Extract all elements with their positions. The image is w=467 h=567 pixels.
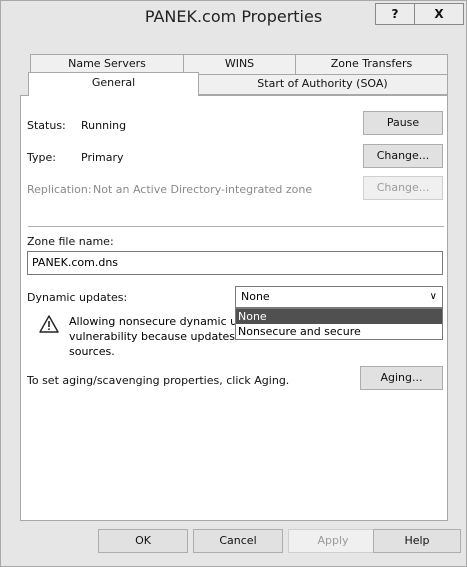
help-button[interactable]: Help — [373, 529, 461, 553]
chevron-down-icon: ∨ — [429, 291, 437, 302]
pause-button[interactable]: Pause — [363, 111, 443, 135]
tab-wins[interactable]: WINS — [184, 54, 296, 74]
close-icon[interactable]: X — [415, 3, 464, 25]
dynamic-updates-selected-value: None — [241, 290, 270, 303]
status-value: Running — [81, 119, 127, 132]
status-label: Status: — [27, 119, 66, 132]
type-value: Primary — [81, 151, 124, 164]
warning-line: vulnerability because updates — [69, 330, 236, 343]
ok-button[interactable]: OK — [98, 529, 188, 553]
dropdown-option-none[interactable]: None — [236, 309, 442, 324]
help-title-button[interactable]: ? — [375, 3, 415, 25]
zone-file-input[interactable]: PANEK.com.dns — [27, 251, 443, 275]
tab-start-of-authority[interactable]: Start of Authority (SOA) — [198, 74, 448, 95]
properties-dialog: PANEK.com Properties ? X Name Servers WI… — [0, 0, 467, 567]
type-label: Type: — [27, 151, 56, 164]
apply-button[interactable]: Apply — [288, 529, 378, 553]
dropdown-option-nonsecure-and-secure[interactable]: Nonsecure and secure — [236, 324, 442, 339]
section-divider — [28, 226, 444, 227]
aging-instructions: To set aging/scavenging properties, clic… — [27, 374, 290, 387]
type-change-button[interactable]: Change... — [363, 144, 443, 168]
cancel-button[interactable]: Cancel — [193, 529, 283, 553]
zone-file-label: Zone file name: — [27, 235, 114, 248]
tab-name-servers[interactable]: Name Servers — [30, 54, 184, 74]
warning-line: Allowing nonsecure dynamic u — [69, 315, 238, 328]
replication-value: Not an Active Directory-integrated zone — [93, 183, 313, 196]
dynamic-updates-label: Dynamic updates: — [27, 291, 128, 304]
warning-icon — [39, 315, 59, 333]
dynamic-updates-dropdown-list: None Nonsecure and secure — [235, 308, 443, 340]
title-bar[interactable]: PANEK.com Properties ? X — [1, 1, 466, 35]
warning-line: sources. — [69, 345, 115, 358]
security-warning-text: Allowing nonsecure dynamic u vulnerabili… — [69, 314, 239, 359]
tab-general[interactable]: General — [28, 72, 199, 96]
replication-label: Replication: — [27, 183, 92, 196]
replication-change-button[interactable]: Change... — [363, 176, 443, 200]
aging-button[interactable]: Aging... — [360, 366, 443, 390]
tab-zone-transfers[interactable]: Zone Transfers — [296, 54, 448, 74]
dynamic-updates-select[interactable]: None ∨ — [235, 286, 443, 308]
